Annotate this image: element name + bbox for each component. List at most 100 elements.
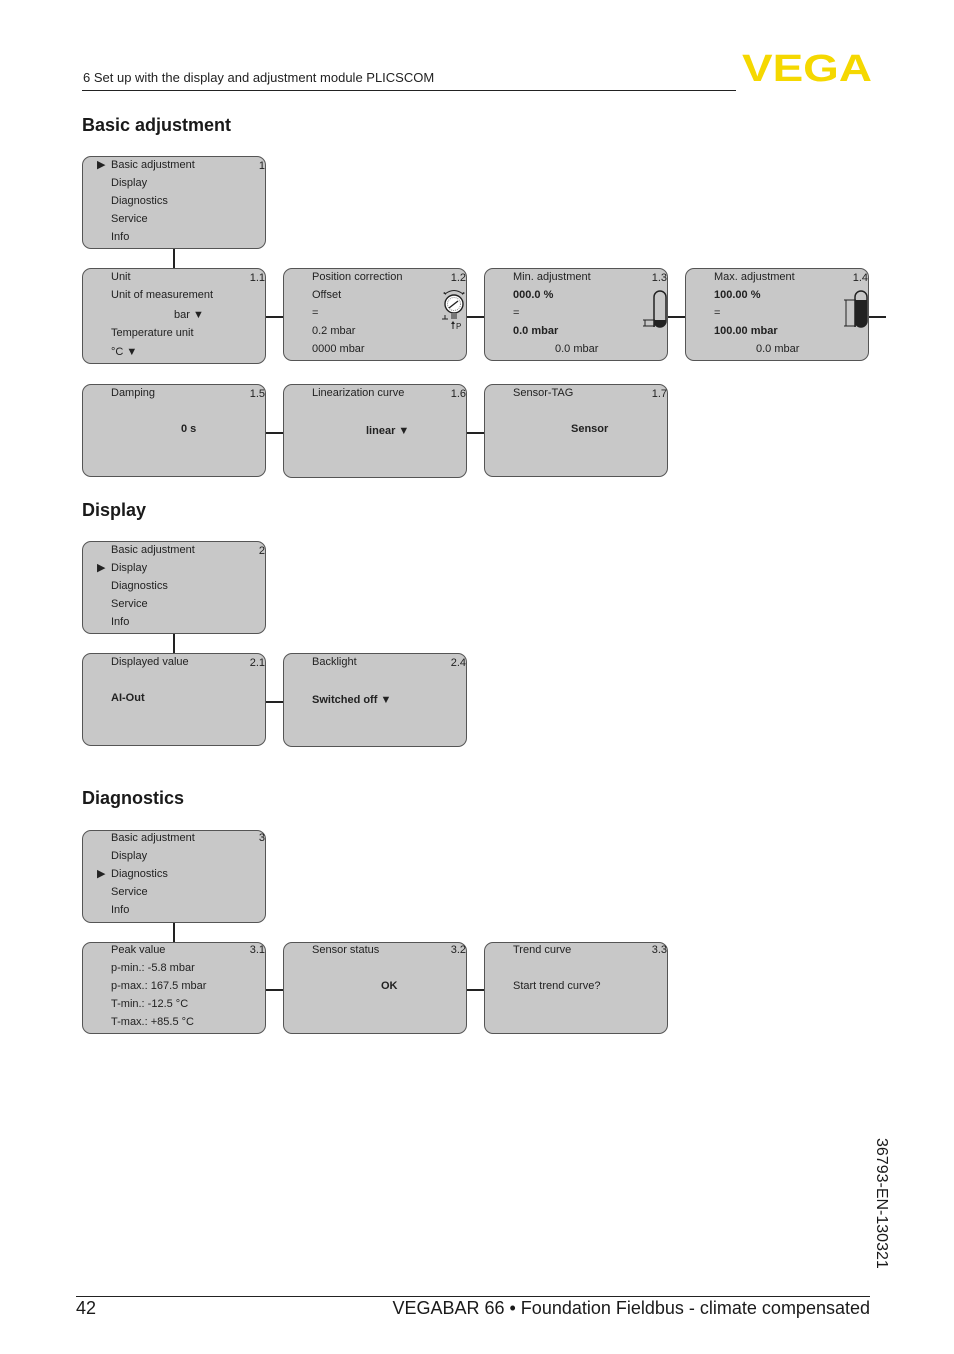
- equals-sign: =: [312, 307, 319, 319]
- screen-sensor-status[interactable]: Sensor status 3.2 OK: [283, 942, 467, 1034]
- screen-number: 3.3: [651, 944, 667, 956]
- screen-peak-value[interactable]: Peak value 3.1 p-min.: -5.8 mbar p-max.:…: [82, 942, 266, 1034]
- connector: [467, 989, 484, 991]
- menu-item-display[interactable]: Display: [111, 562, 147, 575]
- t-max-value: T-max.: +85.5 °C: [111, 1016, 194, 1028]
- max-percent-value[interactable]: 100.00 %: [714, 289, 760, 302]
- screen-title: Linearization curve: [312, 387, 405, 399]
- screen-linearization-curve[interactable]: Linearization curve 1.6 linear ▼: [283, 384, 467, 478]
- damping-value[interactable]: 0 s: [181, 423, 196, 436]
- header-divider: [82, 90, 736, 91]
- menu-item-info[interactable]: Info: [111, 904, 129, 917]
- logo-text: VEGA: [742, 50, 872, 84]
- menu-item-basic-adjustment[interactable]: Basic adjustment: [111, 832, 195, 845]
- main-menu-screen-display: ▶ Basic adjustment Display Diagnostics S…: [82, 541, 266, 634]
- screen-title: Backlight: [312, 656, 357, 668]
- connector: [668, 316, 685, 318]
- selected-arrow-icon: ▶: [97, 159, 106, 171]
- menu-item-basic-adjustment[interactable]: Basic adjustment: [111, 544, 195, 557]
- menu-item-diagnostics[interactable]: Diagnostics: [111, 868, 168, 881]
- offset-label: Offset: [312, 289, 342, 301]
- offset-value[interactable]: 0.2 mbar: [312, 325, 355, 338]
- pressure-gauge-icon: P: [442, 290, 465, 331]
- sensor-tag-value[interactable]: Sensor: [571, 423, 608, 436]
- screen-sensor-tag[interactable]: Sensor-TAG 1.7 Sensor: [484, 384, 668, 477]
- screen-displayed-value[interactable]: Displayed value 2.1 AI-Out: [82, 653, 266, 746]
- menu-item-service[interactable]: Service: [111, 598, 148, 611]
- main-menu-screen-basic: ▶ Basic adjustment Display Diagnostics S…: [82, 156, 266, 249]
- screen-title: Displayed value: [111, 656, 189, 668]
- section-title-display: Display: [82, 500, 147, 520]
- menu-item-service[interactable]: Service: [111, 213, 148, 226]
- screen-unit[interactable]: Unit 1.1 Unit of measurement bar ▼ Tempe…: [82, 268, 266, 364]
- menu-item-service[interactable]: Service: [111, 886, 148, 899]
- linearization-select[interactable]: linear ▼: [366, 425, 409, 438]
- p-min-value: p-min.: -5.8 mbar: [111, 962, 195, 974]
- screen-max-adjustment[interactable]: Max. adjustment 1.4 100.00 % = 100.00 mb…: [685, 268, 869, 361]
- menu-item-display[interactable]: Display: [111, 850, 147, 863]
- main-menu-screen-diagnostics: ▶ Basic adjustment Display Diagnostics S…: [82, 830, 266, 923]
- connector: [173, 249, 175, 268]
- equals-sign: =: [714, 307, 721, 319]
- screen-trend-curve[interactable]: Trend curve 3.3 Start trend curve?: [484, 942, 668, 1034]
- connector: [266, 701, 283, 703]
- connector: [467, 432, 484, 434]
- screen-number: 3.1: [249, 944, 265, 956]
- selected-arrow-icon: ▶: [97, 562, 106, 574]
- menu-item-info[interactable]: Info: [111, 616, 129, 629]
- vega-logo: VEGA: [742, 50, 872, 84]
- temperature-unit-label: Temperature unit: [111, 327, 194, 339]
- screen-number: 1.1: [249, 272, 265, 284]
- tank-min-icon: [643, 290, 667, 328]
- connector: [266, 432, 283, 434]
- equals-sign: =: [513, 307, 520, 319]
- screen-number: 1.6: [450, 388, 466, 400]
- max-pressure-value[interactable]: 100.00 mbar: [714, 325, 778, 338]
- chapter-header: 6 Set up with the display and adjustment…: [83, 70, 435, 85]
- min-pressure-value[interactable]: 0.0 mbar: [513, 325, 558, 338]
- selected-arrow-icon: ▶: [97, 868, 106, 880]
- page-number: 42: [76, 1298, 97, 1318]
- menu-item-diagnostics[interactable]: Diagnostics: [111, 195, 168, 208]
- screen-number: 1.5: [249, 388, 265, 400]
- start-trend-curve-prompt[interactable]: Start trend curve?: [513, 980, 600, 993]
- menu-item-info[interactable]: Info: [111, 231, 129, 244]
- section-title-diagnostics: Diagnostics: [82, 788, 185, 808]
- tank-max-icon: [844, 290, 868, 328]
- document-id: 36793-EN-130321: [873, 1138, 890, 1269]
- screen-min-adjustment[interactable]: Min. adjustment 1.3 000.0 % = 0.0 mbar 0…: [484, 268, 668, 361]
- svg-text:P: P: [456, 322, 461, 331]
- current-pressure-value: 0.0 mbar: [756, 343, 800, 355]
- screen-title: Max. adjustment: [714, 271, 795, 283]
- unit-select[interactable]: bar ▼: [174, 309, 204, 322]
- connector: [467, 316, 484, 318]
- screen-number: 1.4: [852, 272, 868, 284]
- menu-item-basic-adjustment[interactable]: Basic adjustment: [111, 159, 195, 172]
- connector: [266, 316, 283, 318]
- backlight-select[interactable]: Switched off ▼: [312, 694, 391, 707]
- screen-number: 2.4: [450, 657, 466, 669]
- screen-number: 1.2: [450, 272, 466, 284]
- screen-damping[interactable]: Damping 1.5 0 s: [82, 384, 266, 477]
- screen-title: Damping: [111, 387, 156, 399]
- section-title-basic-adjustment: Basic adjustment: [82, 115, 232, 135]
- screen-title: Min. adjustment: [513, 271, 591, 283]
- screen-backlight[interactable]: Backlight 2.4 Switched off ▼: [283, 653, 467, 747]
- temperature-unit-select[interactable]: °C ▼: [111, 346, 137, 359]
- min-percent-value[interactable]: 000.0 %: [513, 289, 553, 302]
- offset-input[interactable]: 0000 mbar: [312, 343, 365, 356]
- screen-position-correction[interactable]: Position correction 1.2 Offset = 0.2 mba…: [283, 268, 467, 361]
- displayed-value-select[interactable]: AI-Out: [111, 692, 145, 705]
- screen-number: 3.2: [450, 944, 466, 956]
- screen-title: Sensor-TAG: [513, 387, 574, 399]
- connector: [173, 923, 175, 942]
- menu-item-display[interactable]: Display: [111, 177, 147, 190]
- screen-title: Position correction: [312, 271, 403, 283]
- menu-number: 3: [258, 832, 265, 844]
- menu-item-diagnostics[interactable]: Diagnostics: [111, 580, 168, 593]
- p-max-value: p-max.: 167.5 mbar: [111, 980, 207, 992]
- screen-title: Trend curve: [513, 944, 572, 956]
- screen-title: Sensor status: [312, 944, 380, 956]
- footer-divider: [76, 1296, 870, 1297]
- screen-title: Unit: [111, 271, 131, 283]
